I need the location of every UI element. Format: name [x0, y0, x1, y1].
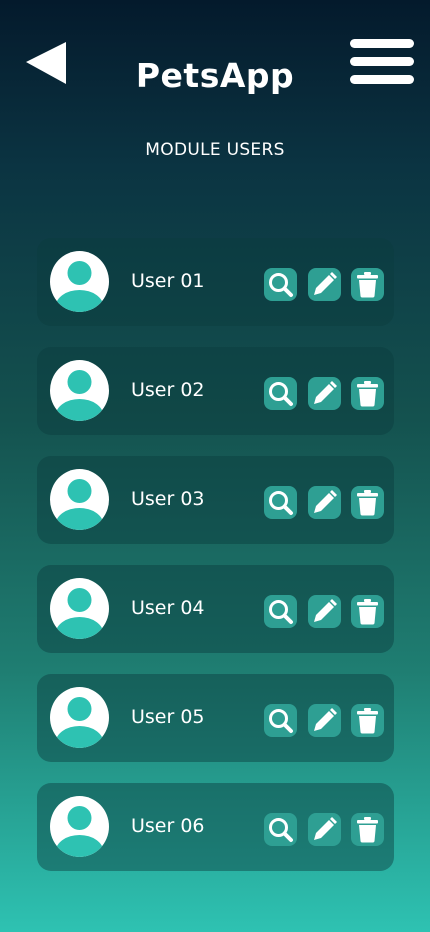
view-user-button[interactable] — [264, 268, 297, 301]
view-user-button[interactable] — [264, 704, 297, 737]
user-avatar-icon — [50, 687, 109, 748]
trash-icon — [357, 381, 378, 407]
user-card[interactable]: User 04 — [37, 565, 394, 653]
search-icon — [269, 818, 293, 842]
menu-bar-icon — [350, 39, 414, 48]
user-name: User 06 — [131, 815, 205, 837]
edit-user-button[interactable] — [308, 704, 341, 737]
edit-pencil-icon — [314, 599, 337, 622]
user-card[interactable]: User 01 — [37, 238, 394, 326]
delete-user-button[interactable] — [351, 268, 384, 301]
user-card[interactable]: User 03 — [37, 456, 394, 544]
view-user-button[interactable] — [264, 813, 297, 846]
user-name: User 05 — [131, 706, 205, 728]
trash-icon — [357, 817, 378, 843]
user-card[interactable]: User 02 — [37, 347, 394, 435]
module-title: MODULE USERS — [145, 140, 285, 160]
edit-user-button[interactable] — [308, 813, 341, 846]
delete-user-button[interactable] — [351, 813, 384, 846]
edit-pencil-icon — [314, 381, 337, 404]
delete-user-button[interactable] — [351, 704, 384, 737]
trash-icon — [357, 272, 378, 298]
user-card[interactable]: User 05 — [37, 674, 394, 762]
edit-pencil-icon — [314, 708, 337, 731]
edit-user-button[interactable] — [308, 268, 341, 301]
user-avatar-icon — [50, 796, 109, 857]
user-name: User 02 — [131, 379, 205, 401]
search-icon — [269, 709, 293, 733]
search-icon — [269, 491, 293, 515]
edit-pencil-icon — [314, 490, 337, 513]
edit-user-button[interactable] — [308, 377, 341, 410]
search-icon — [269, 382, 293, 406]
delete-user-button[interactable] — [351, 595, 384, 628]
view-user-button[interactable] — [264, 486, 297, 519]
app-title: PetsApp — [135, 56, 295, 95]
edit-user-button[interactable] — [308, 595, 341, 628]
user-avatar-icon — [50, 578, 109, 639]
delete-user-button[interactable] — [351, 486, 384, 519]
edit-user-button[interactable] — [308, 486, 341, 519]
trash-icon — [357, 490, 378, 516]
trash-icon — [357, 599, 378, 625]
view-user-button[interactable] — [264, 377, 297, 410]
user-name: User 04 — [131, 597, 205, 619]
search-icon — [269, 273, 293, 297]
search-icon — [269, 600, 293, 624]
user-name: User 01 — [131, 270, 205, 292]
user-avatar-icon — [50, 251, 109, 312]
trash-icon — [357, 708, 378, 734]
edit-pencil-icon — [314, 272, 337, 295]
user-avatar-icon — [50, 469, 109, 530]
delete-user-button[interactable] — [351, 377, 384, 410]
user-list: User 01 User 02 User 03 User 04 User 05 … — [37, 238, 394, 892]
user-name: User 03 — [131, 488, 205, 510]
view-user-button[interactable] — [264, 595, 297, 628]
user-avatar-icon — [50, 360, 109, 421]
edit-pencil-icon — [314, 817, 337, 840]
user-card[interactable]: User 06 — [37, 783, 394, 871]
